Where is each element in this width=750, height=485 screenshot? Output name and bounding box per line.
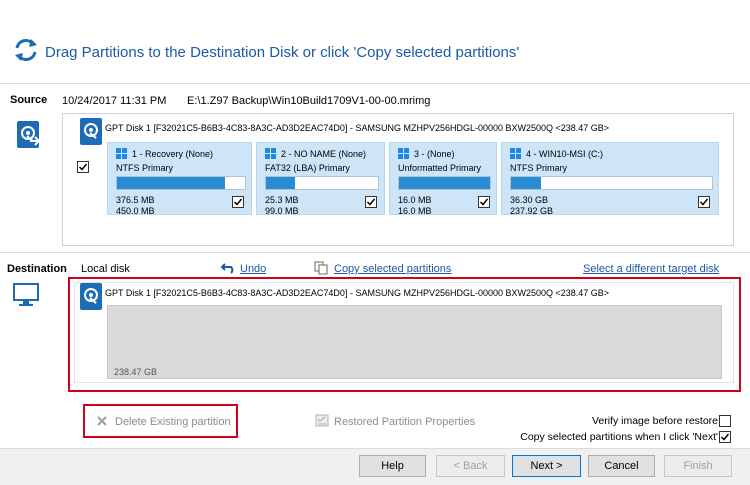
windows-logo-icon	[510, 148, 521, 159]
partition-used: 376.5 MB	[116, 195, 155, 205]
destination-size: 238.47 GB	[114, 367, 158, 377]
source-disk-panel-icon	[80, 118, 102, 145]
cancel-button[interactable]: Cancel	[588, 455, 655, 477]
partition-checkbox[interactable]	[232, 196, 244, 208]
partition-used: 36.30 GB	[510, 195, 549, 205]
restored-partition-properties-button[interactable]: Restored Partition Properties	[334, 416, 475, 428]
destination-disk-title: GPT Disk 1 [F32021C5-B6B3-4C83-8A3C-AD3D…	[105, 288, 610, 298]
undo-icon[interactable]	[220, 262, 235, 274]
select-different-target-link[interactable]: Select a different target disk	[583, 263, 719, 275]
partition-usage-bar	[265, 176, 379, 190]
header-divider	[0, 83, 750, 84]
source-label: Source	[10, 94, 48, 106]
partition-checkbox[interactable]	[698, 196, 710, 208]
partition-used: 25.3 MB	[265, 195, 299, 205]
partition-checkbox[interactable]	[365, 196, 377, 208]
undo-link[interactable]: Undo	[240, 263, 266, 275]
destination-label: Destination	[7, 263, 67, 275]
sync-arrows-icon	[14, 38, 38, 62]
destination-disk-icon	[80, 283, 102, 310]
windows-logo-icon	[398, 148, 409, 159]
copy-next-label: Copy selected partitions when I click 'N…	[520, 431, 718, 443]
source-disk-title: GPT Disk 1 [F32021C5-B6B3-4C83-8A3C-AD3D…	[105, 123, 610, 133]
windows-logo-icon	[265, 148, 276, 159]
source-partition-1[interactable]: 1 - Recovery (None) NTFS Primary 376.5 M…	[107, 142, 252, 216]
back-button[interactable]: < Back	[436, 455, 505, 477]
next-button[interactable]: Next >	[512, 455, 581, 477]
partition-checkbox[interactable]	[478, 196, 490, 208]
partition-type: NTFS Primary	[510, 163, 567, 173]
help-button[interactable]: Help	[359, 455, 426, 477]
verify-image-label: Verify image before restore	[591, 415, 718, 427]
partition-used: 16.0 MB	[398, 195, 432, 205]
windows-logo-icon	[116, 148, 127, 159]
source-datetime: 10/24/2017 11:31 PM	[62, 95, 167, 107]
verify-image-checkbox[interactable]	[719, 415, 731, 427]
partition-type: Unformatted Primary	[398, 163, 482, 173]
source-partition-3[interactable]: 3 - (None) Unformatted Primary 16.0 MB 1…	[389, 142, 497, 216]
partition-name: 3 - (None)	[414, 149, 455, 159]
properties-icon	[315, 414, 329, 430]
partition-name: 4 - WIN10-MSI (C:)	[526, 149, 604, 159]
partition-total: 99.0 MB	[265, 206, 299, 216]
source-disk-checkbox[interactable]	[77, 161, 89, 173]
partition-total: 450.0 MB	[116, 206, 155, 216]
partition-usage-bar	[398, 176, 491, 190]
partition-type: FAT32 (LBA) Primary	[265, 163, 350, 173]
destination-disk-type: Local disk	[81, 263, 130, 275]
restore-arrow-icon	[29, 136, 41, 149]
source-partition-4[interactable]: 4 - WIN10-MSI (C:) NTFS Primary 36.30 GB…	[501, 142, 719, 216]
source-partition-2[interactable]: 2 - NO NAME (None) FAT32 (LBA) Primary 2…	[256, 142, 385, 216]
partition-usage-fill	[511, 177, 542, 189]
delete-x-icon	[96, 415, 108, 430]
monitor-icon	[13, 282, 39, 308]
page-title: Drag Partitions to the Destination Disk …	[45, 44, 520, 61]
partition-usage-bar	[116, 176, 246, 190]
delete-existing-partition-button[interactable]: Delete Existing partition	[115, 416, 231, 428]
partition-total: 16.0 MB	[398, 206, 432, 216]
partition-name: 2 - NO NAME (None)	[281, 149, 367, 159]
partition-usage-fill	[266, 177, 296, 189]
partition-type: NTFS Primary	[116, 163, 173, 173]
source-path: E:\1.Z97 Backup\Win10Build1709V1-00-00.m…	[187, 95, 431, 107]
section-divider	[0, 252, 750, 253]
copy-selected-partitions-link[interactable]: Copy selected partitions	[334, 263, 451, 275]
partition-usage-bar	[510, 176, 713, 190]
finish-button[interactable]: Finish	[664, 455, 732, 477]
partition-total: 237.92 GB	[510, 206, 554, 216]
partition-usage-fill	[117, 177, 225, 189]
destination-drop-area[interactable]	[107, 305, 722, 379]
copy-next-checkbox[interactable]	[719, 431, 731, 443]
copy-icon[interactable]	[314, 261, 328, 275]
partition-name: 1 - Recovery (None)	[132, 149, 214, 159]
partition-usage-fill	[399, 177, 490, 189]
